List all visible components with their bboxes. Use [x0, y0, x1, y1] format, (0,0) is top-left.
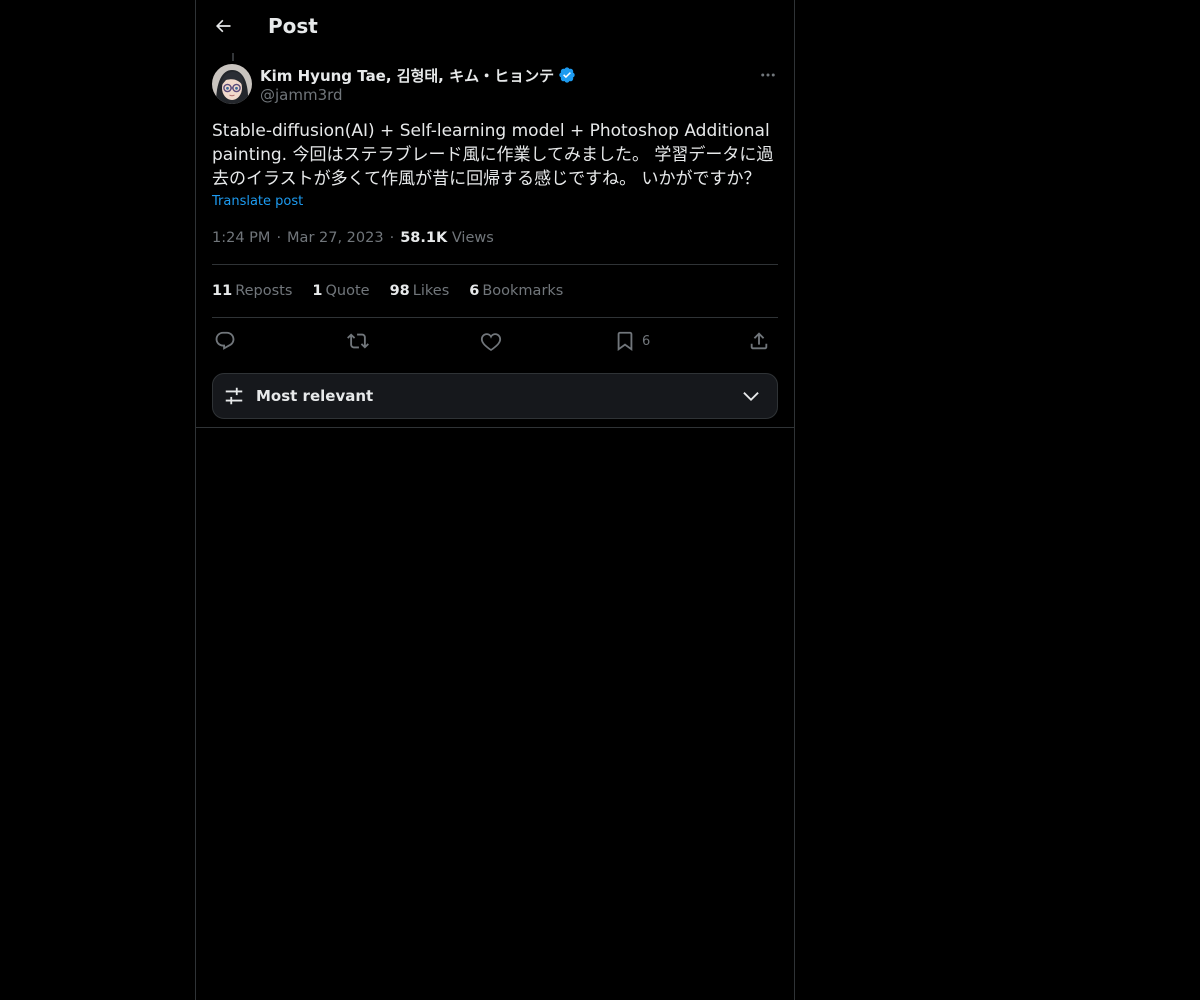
- more-horizontal-icon: [761, 73, 775, 77]
- stat-quotes[interactable]: 1 Quote: [312, 283, 369, 299]
- views[interactable]: 58.1K Views: [400, 230, 494, 246]
- like-button[interactable]: [480, 326, 502, 356]
- author-handle[interactable]: @jamm3rd: [260, 86, 343, 104]
- stat-count: 98: [389, 283, 410, 299]
- divider: [212, 317, 778, 318]
- back-button[interactable]: [206, 9, 240, 43]
- more-options-button[interactable]: [752, 64, 784, 86]
- divider: [212, 264, 778, 265]
- stat-count: 6: [469, 283, 480, 299]
- author-row: Kim Hyung Tae, 김형태, キム・ヒョンテ: [260, 64, 576, 86]
- avatar-image: [212, 64, 252, 104]
- share-icon: [750, 332, 768, 350]
- stat-label: Likes: [412, 283, 450, 299]
- reply-icon: [215, 331, 235, 350]
- page-title: Post: [268, 14, 318, 38]
- post-meta: 1:24 PM · Mar 27, 2023 · 58.1K Views: [212, 228, 494, 248]
- author-name[interactable]: Kim Hyung Tae, 김형태, キム・ヒョンテ: [260, 65, 554, 86]
- views-count: 58.1K: [400, 230, 448, 246]
- post-text: Stable-diffusion(AI) + Self-learning mod…: [212, 121, 776, 189]
- meta-separator: ·: [276, 230, 282, 246]
- stat-label: Reposts: [235, 283, 293, 299]
- page-header: Post: [196, 0, 794, 53]
- post-date[interactable]: Mar 27, 2023: [287, 230, 384, 246]
- share-button[interactable]: [748, 326, 770, 356]
- sliders-icon: [225, 387, 243, 405]
- engagement-stats: 11 Reposts 1 Quote 98 Likes 6 Bookmarks: [212, 280, 563, 302]
- thread-connector: [232, 53, 234, 61]
- reply-button[interactable]: [214, 326, 236, 356]
- action-bar: 6: [212, 326, 778, 356]
- stat-bookmarks[interactable]: 6 Bookmarks: [469, 283, 563, 299]
- views-label: Views: [451, 230, 494, 246]
- repost-button[interactable]: [347, 326, 369, 356]
- stat-count: 11: [212, 283, 233, 299]
- meta-separator: ·: [389, 230, 395, 246]
- avatar[interactable]: [212, 64, 252, 104]
- stat-count: 1: [312, 283, 323, 299]
- reply-sort-dropdown[interactable]: Most relevant: [212, 373, 778, 419]
- repost-icon: [347, 333, 369, 349]
- bookmark-button[interactable]: 6: [614, 326, 650, 356]
- stat-label: Quote: [325, 283, 370, 299]
- divider: [196, 427, 794, 428]
- chevron-down-icon: [743, 392, 759, 402]
- stat-reposts[interactable]: 11 Reposts: [212, 283, 292, 299]
- sort-label: Most relevant: [256, 387, 374, 405]
- main-column: Post Kim Hyung Tae, 김형태, キム・ヒョンテ @jamm3r…: [195, 0, 795, 1000]
- heart-icon: [480, 333, 502, 352]
- stat-likes[interactable]: 98 Likes: [390, 283, 450, 299]
- bookmark-count: 6: [642, 333, 651, 349]
- arrow-left-icon: [216, 19, 231, 33]
- translate-post-link[interactable]: Translate post: [212, 194, 303, 209]
- post-time[interactable]: 1:24 PM: [212, 230, 270, 246]
- verified-badge-icon[interactable]: [558, 66, 576, 84]
- stat-label: Bookmarks: [482, 283, 564, 299]
- bookmark-icon: [617, 331, 633, 352]
